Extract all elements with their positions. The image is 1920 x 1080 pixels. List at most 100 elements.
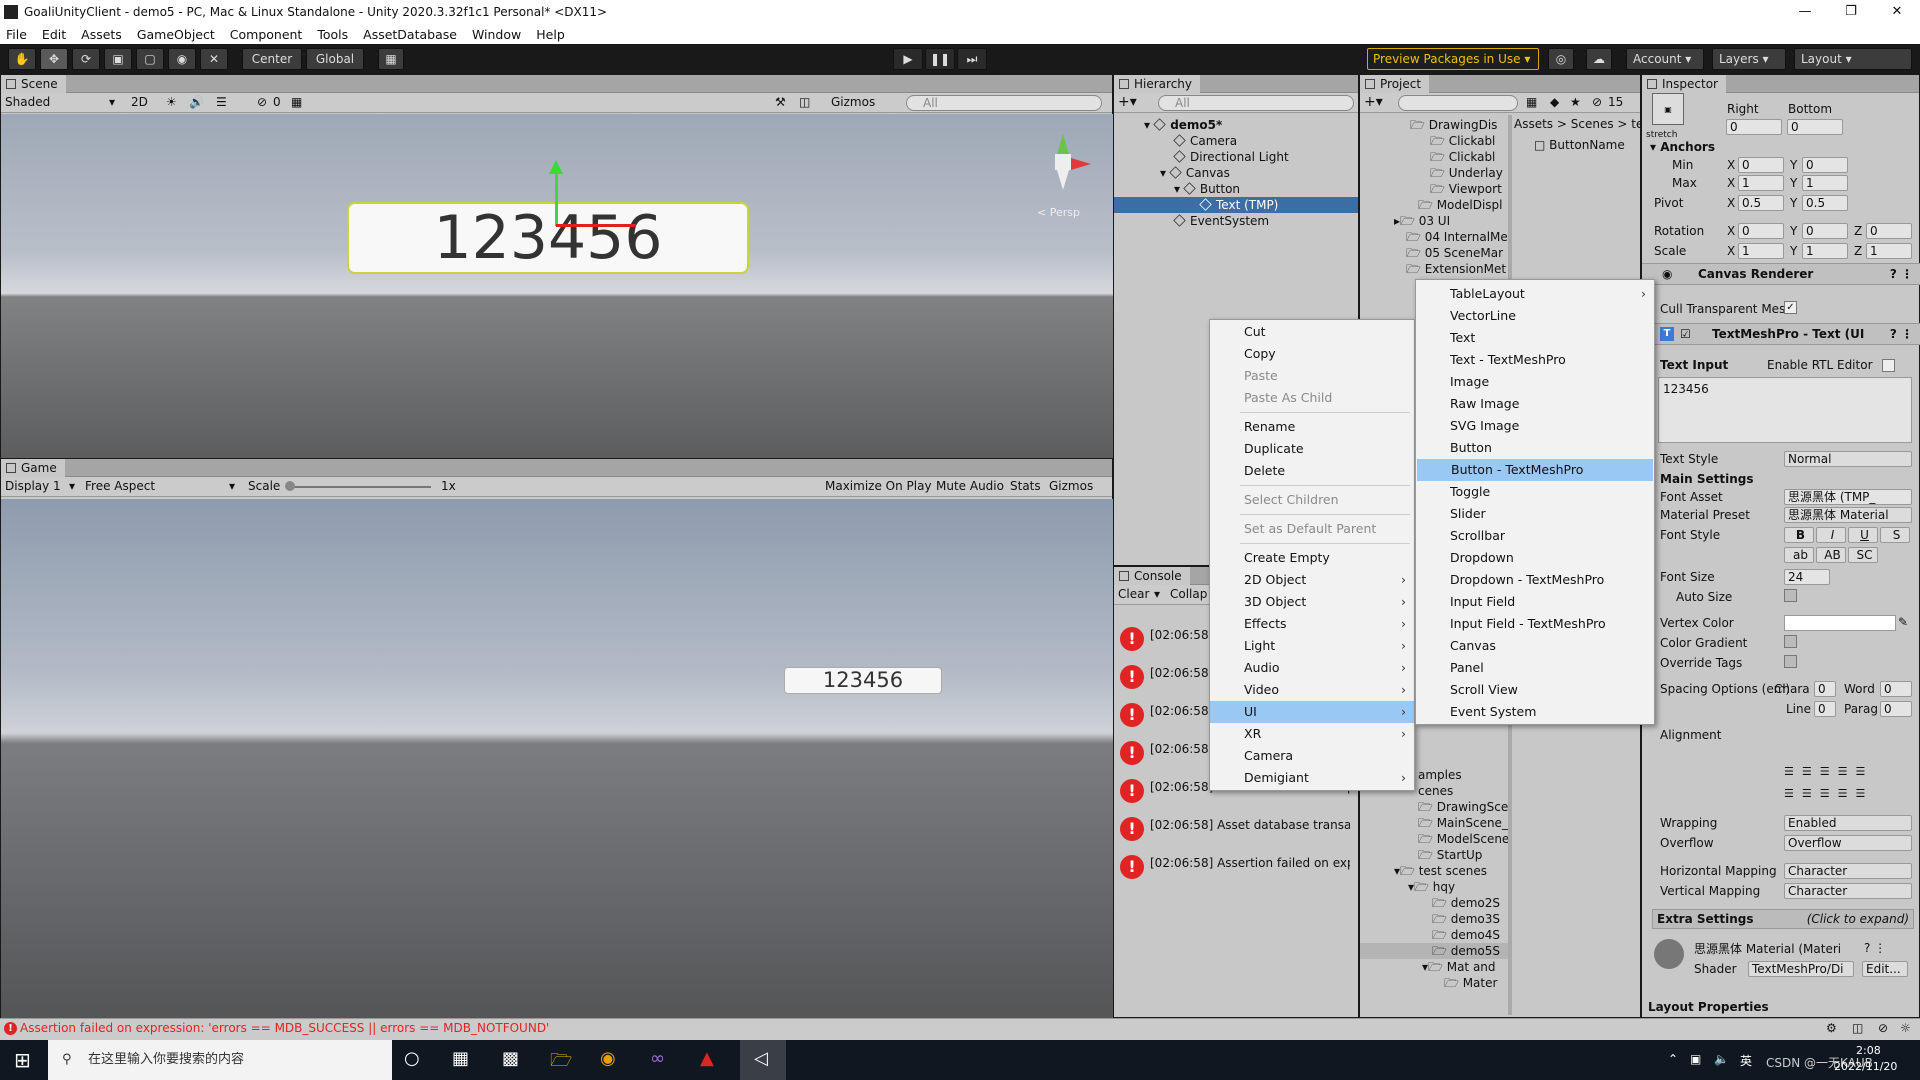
taskbar-search-input[interactable]: ⚲ 在这里输入你要搜索的内容: [48, 1040, 392, 1080]
submenu-item-button[interactable]: Button: [1416, 437, 1654, 459]
task-view-icon[interactable]: ▦: [452, 1048, 469, 1069]
menu-component[interactable]: Component: [230, 27, 303, 42]
lowercase-button[interactable]: ab: [1784, 547, 1814, 563]
game-viewport[interactable]: 123456: [1, 499, 1114, 1019]
smallcaps-button[interactable]: SC: [1848, 547, 1878, 563]
component-menu-icon[interactable]: ? ⋮: [1864, 941, 1886, 955]
rotation-y[interactable]: 0: [1802, 223, 1848, 239]
folder-item[interactable]: 🗁 Mater: [1444, 975, 1497, 991]
folder-item[interactable]: 🗁 Viewport: [1430, 181, 1502, 197]
minimize-button[interactable]: —: [1782, 0, 1828, 24]
menu-item-copy[interactable]: Copy: [1210, 343, 1414, 365]
submenu-item-canvas[interactable]: Canvas: [1416, 635, 1654, 657]
network-icon[interactable]: ▣: [1690, 1052, 1701, 1066]
cull-transparent-checkbox[interactable]: ✓: [1784, 301, 1797, 314]
volume-icon[interactable]: 🔈: [1714, 1052, 1729, 1066]
status-error-message[interactable]: Assertion failed on expression: 'errors …: [20, 1021, 549, 1035]
account-dropdown[interactable]: Account ▾: [1626, 48, 1704, 70]
maximize-button[interactable]: ❐: [1828, 0, 1874, 24]
bottom-field[interactable]: 0: [1787, 119, 1843, 135]
menu-item-2d-object[interactable]: 2D Object ›: [1210, 569, 1414, 591]
menu-help[interactable]: Help: [536, 27, 565, 42]
menu-item-rename[interactable]: Rename: [1210, 416, 1414, 438]
menu-item-effects[interactable]: Effects ›: [1210, 613, 1414, 635]
override-tags-checkbox[interactable]: [1784, 655, 1797, 668]
layers-dropdown[interactable]: Layers ▾: [1712, 48, 1786, 70]
horizontal-mapping-dropdown[interactable]: Character: [1784, 863, 1912, 879]
component-enabled-checkbox[interactable]: ☑: [1680, 324, 1691, 344]
line-spacing-field[interactable]: 0: [1814, 701, 1836, 717]
breadcrumb-scenes[interactable]: Scenes: [1571, 117, 1614, 131]
menu-item-ui[interactable]: UI ›: [1210, 701, 1414, 723]
hidden-objects-icon[interactable]: ⊘: [257, 95, 267, 109]
move-gizmo-x-axis[interactable]: [556, 224, 636, 227]
lighting-toggle-icon[interactable]: ☀: [166, 95, 177, 109]
folder-item[interactable]: ▾🗁 hqy: [1408, 879, 1455, 895]
hand-tool-icon[interactable]: ✋: [8, 48, 36, 70]
anchor-min-x[interactable]: 0: [1738, 157, 1784, 173]
scene-ui-button[interactable]: 123456: [347, 202, 749, 274]
folder-item[interactable]: 🗁 MainScene_P: [1418, 815, 1508, 831]
breadcrumb-assets[interactable]: Assets: [1514, 117, 1553, 131]
submenu-item-text[interactable]: Text: [1416, 327, 1654, 349]
lighting-status-icon[interactable]: ☼: [1900, 1021, 1911, 1035]
clock-time[interactable]: 2:08: [1856, 1044, 1881, 1057]
progress-icon[interactable]: ◫: [1852, 1021, 1863, 1035]
color-gradient-checkbox[interactable]: [1784, 635, 1797, 648]
folder-item[interactable]: amples: [1418, 767, 1462, 783]
asset-item-buttonname[interactable]: □ ButtonName: [1534, 137, 1625, 153]
menu-item-set-default-parent[interactable]: Set as Default Parent: [1210, 518, 1414, 540]
game-gizmos-dropdown[interactable]: Gizmos: [1049, 479, 1093, 493]
shading-mode-dropdown[interactable]: Shaded: [5, 95, 50, 109]
submenu-item-text-tmp[interactable]: Text - TextMeshPro: [1416, 349, 1654, 371]
menu-edit[interactable]: Edit: [42, 27, 66, 42]
grid-toggle-icon[interactable]: ▦: [291, 95, 302, 109]
paragraph-spacing-field[interactable]: 0: [1880, 701, 1912, 717]
project-search-input[interactable]: [1398, 95, 1518, 111]
stats-toggle[interactable]: Stats: [1010, 479, 1041, 493]
collapse-button[interactable]: Collap: [1170, 587, 1207, 601]
rotation-z[interactable]: 0: [1866, 223, 1912, 239]
hierarchy-item-text-tmp[interactable]: Text (TMP): [1114, 197, 1358, 213]
orientation-gizmo[interactable]: [1031, 126, 1091, 196]
game-ui-button[interactable]: 123456: [784, 667, 942, 694]
cortana-icon[interactable]: ○: [404, 1048, 420, 1069]
cache-icon[interactable]: ⊘: [1878, 1021, 1888, 1035]
favorite-icon[interactable]: ★: [1570, 95, 1581, 109]
uppercase-button[interactable]: AB: [1816, 547, 1846, 563]
grid-snap-icon[interactable]: ▦: [378, 48, 404, 70]
component-menu-icon[interactable]: ? ⋮: [1890, 264, 1913, 284]
folder-item[interactable]: 🗁 Clickabl: [1430, 149, 1495, 165]
scale-z[interactable]: 1: [1866, 243, 1912, 259]
folder-item-selected[interactable]: 🗁 demo5S: [1360, 943, 1508, 959]
canvas-renderer-header[interactable]: ◉ Canvas Renderer ? ⋮: [1642, 263, 1920, 285]
italic-button[interactable]: I: [1816, 527, 1846, 543]
menu-item-xr[interactable]: XR ›: [1210, 723, 1414, 745]
folder-item[interactable]: 🗁 04 InternalMe: [1406, 229, 1508, 245]
audio-toggle-icon[interactable]: 🔊: [189, 95, 204, 109]
menu-file[interactable]: File: [6, 27, 27, 42]
menu-window[interactable]: Window: [472, 27, 521, 42]
tab-scene[interactable]: Scene: [1, 75, 66, 93]
submenu-item-scrollbar[interactable]: Scrollbar: [1416, 525, 1654, 547]
hierarchy-item-eventsystem[interactable]: EventSystem: [1173, 213, 1269, 229]
acrobat-icon[interactable]: ▲: [700, 1048, 714, 1069]
vertical-alignment-buttons[interactable]: ☰☰☰☰☰: [1784, 787, 1914, 803]
add-icon[interactable]: +▾: [1364, 94, 1383, 110]
menu-item-duplicate[interactable]: Duplicate: [1210, 438, 1414, 460]
scale-tool-icon[interactable]: ▣: [104, 48, 132, 70]
submenu-item-dropdown[interactable]: Dropdown: [1416, 547, 1654, 569]
unity-taskbar-button[interactable]: ◁: [740, 1040, 786, 1080]
tab-project[interactable]: Project: [1360, 75, 1430, 93]
eyedropper-icon[interactable]: ✎: [1898, 615, 1908, 629]
submenu-item-event-system[interactable]: Event System: [1416, 701, 1654, 723]
folder-item[interactable]: 🗁 demo4S: [1432, 927, 1500, 943]
folder-item[interactable]: 🗁 ExtensionMet: [1406, 261, 1506, 277]
extra-settings-foldout[interactable]: Extra Settings (Click to expand): [1652, 909, 1914, 929]
submenu-item-vectorline[interactable]: VectorLine: [1416, 305, 1654, 327]
menu-item-audio[interactable]: Audio ›: [1210, 657, 1414, 679]
menu-item-camera[interactable]: Camera: [1210, 745, 1414, 767]
chrome-icon[interactable]: ◉: [600, 1048, 616, 1069]
pivot-y[interactable]: 0.5: [1802, 195, 1848, 211]
effects-toggle-icon[interactable]: ☰: [216, 95, 227, 109]
